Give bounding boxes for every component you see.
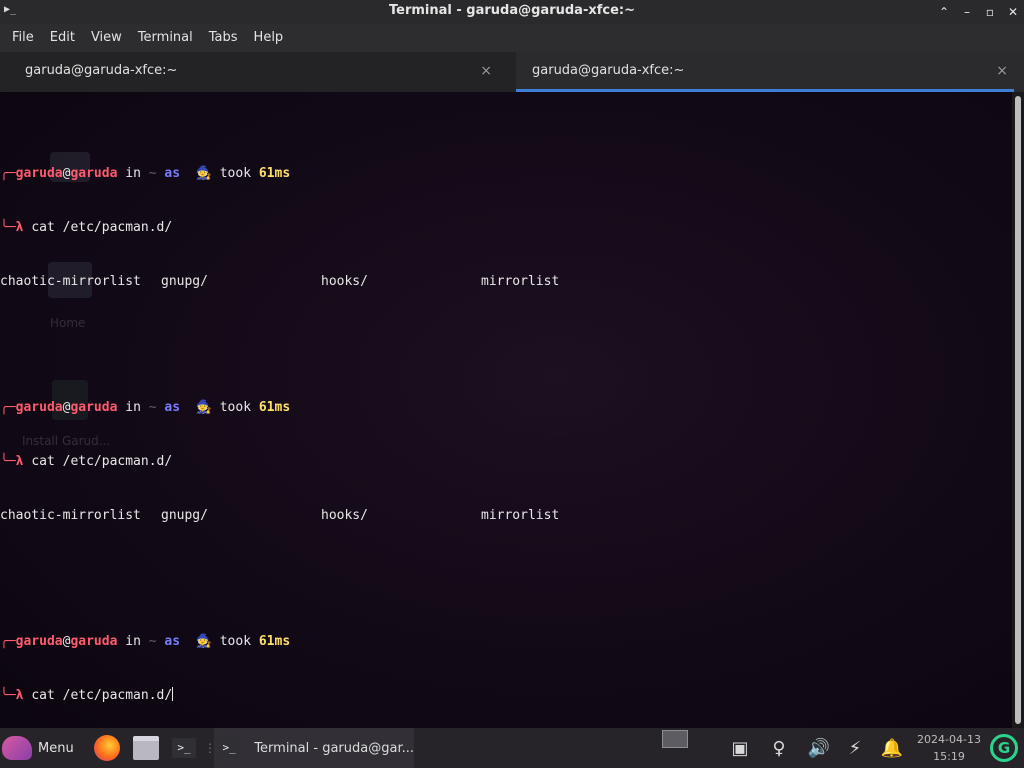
command-line: ╰─λ cat /etc/pacman.d/ <box>0 220 173 235</box>
firefox-launcher[interactable] <box>94 728 122 768</box>
lightbulb-icon[interactable]: ♀ <box>767 728 791 768</box>
taskbar-window-terminal[interactable]: >_ Terminal - garuda@gar... <box>214 728 414 768</box>
start-menu-label: Menu <box>38 740 74 756</box>
garuda-eagle-icon <box>2 736 32 760</box>
menu-help[interactable]: Help <box>246 24 292 52</box>
menu-terminal[interactable]: Terminal <box>130 24 201 52</box>
menu-edit[interactable]: Edit <box>42 24 83 52</box>
notification-bell-icon[interactable]: 🔔 <box>880 728 904 768</box>
window-titlebar: ▶_ Terminal - garuda@garuda-xfce:~ ⌃ – ▫… <box>0 0 1024 24</box>
garuda-assistant-button[interactable]: G <box>990 728 1020 768</box>
terminal-output: ╭─garuda@garuda in ~ as 🧙 took 61ms ╰─λ … <box>0 111 559 728</box>
power-icon[interactable]: ⚡ <box>843 728 867 768</box>
close-window-button[interactable]: ✕ <box>1004 3 1022 21</box>
clock-time: 15:19 <box>933 750 965 763</box>
file-manager-icon <box>133 736 159 760</box>
prompt-line: ╭─garuda@garuda in ~ as 🧙 took 61ms <box>0 634 291 649</box>
clock[interactable]: 2024-04-13 15:19 <box>914 728 984 768</box>
ls-output-line: chaotic-mirrorlist gnupg/hooks/mirrorlist <box>0 508 560 523</box>
tab-2[interactable]: garuda@garuda-xfce:~ × <box>516 52 1024 92</box>
command-line: ╰─λ cat /etc/pacman.d/ <box>0 454 173 469</box>
taskbar-separator: ⋮ <box>204 741 216 755</box>
terminal-view[interactable]: Home Install Garud... ╭─garuda@garuda in… <box>0 92 1012 728</box>
wizard-icon: 🧙 <box>195 166 212 181</box>
terminal-icon: >_ <box>172 738 196 758</box>
wizard-icon: 🧙 <box>195 634 212 649</box>
tab-bar: garuda@garuda-xfce:~ × garuda@garuda-xfc… <box>0 52 1024 92</box>
terminal-icon: >_ <box>218 738 241 758</box>
tab-label: garuda@garuda-xfce:~ <box>532 63 685 78</box>
terminal-scrollbar[interactable] <box>1012 92 1024 728</box>
terminal-launcher[interactable]: >_ <box>172 728 196 768</box>
text-cursor <box>172 687 174 701</box>
minimize-button[interactable]: – <box>958 3 976 21</box>
prompt-line: ╭─garuda@garuda in ~ as 🧙 took 61ms <box>0 166 291 181</box>
start-menu-button[interactable]: Menu <box>2 728 82 768</box>
tab-label: garuda@garuda-xfce:~ <box>25 63 178 78</box>
tab-1[interactable]: garuda@garuda-xfce:~ × <box>0 52 508 92</box>
network-icon[interactable]: ▣ <box>728 728 752 768</box>
tab-close-icon[interactable]: × <box>480 63 492 79</box>
menu-file[interactable]: File <box>4 24 42 52</box>
menu-view[interactable]: View <box>83 24 130 52</box>
wizard-icon: 🧙 <box>195 400 212 415</box>
tab-close-icon[interactable]: × <box>996 63 1008 79</box>
task-label: Terminal - garuda@gar... <box>254 740 414 756</box>
garuda-g-icon: G <box>990 734 1018 762</box>
menubar: File Edit View Terminal Tabs Help <box>0 24 1024 52</box>
menu-tabs[interactable]: Tabs <box>201 24 246 52</box>
ls-output-line: chaotic-mirrorlist gnupg/hooks/mirrorlist <box>0 274 560 289</box>
command-line-active[interactable]: ╰─λ cat /etc/pacman.d/ <box>0 687 559 705</box>
scrollbar-thumb[interactable] <box>1015 96 1021 724</box>
volume-icon[interactable]: 🔊 <box>804 728 834 768</box>
workspace-switcher[interactable] <box>662 730 688 748</box>
prompt-line: ╭─garuda@garuda in ~ as 🧙 took 61ms <box>0 400 291 415</box>
firefox-icon <box>94 735 120 761</box>
clock-date: 2024-04-13 <box>917 733 981 746</box>
shade-button[interactable]: ⌃ <box>935 3 953 21</box>
maximize-button[interactable]: ▫ <box>981 3 999 21</box>
files-launcher[interactable] <box>133 728 161 768</box>
window-title: Terminal - garuda@garuda-xfce:~ <box>389 3 635 18</box>
taskbar: Menu >_ ⋮ >_ Terminal - garuda@gar... ▣ … <box>0 728 1024 768</box>
